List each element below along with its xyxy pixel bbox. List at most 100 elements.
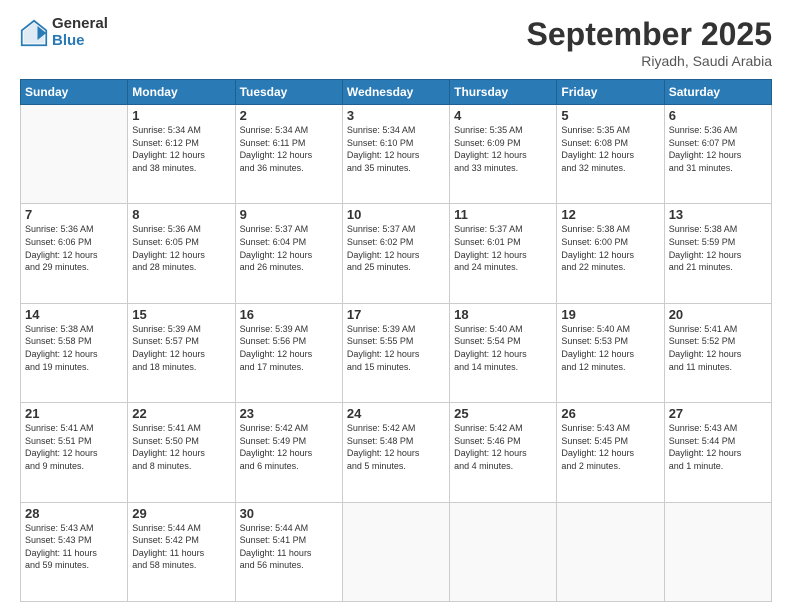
calendar-cell: 12Sunrise: 5:38 AM Sunset: 6:00 PM Dayli… — [557, 204, 664, 303]
calendar-cell: 8Sunrise: 5:36 AM Sunset: 6:05 PM Daylig… — [128, 204, 235, 303]
weekday-header-monday: Monday — [128, 80, 235, 105]
calendar-cell: 11Sunrise: 5:37 AM Sunset: 6:01 PM Dayli… — [450, 204, 557, 303]
day-number: 12 — [561, 207, 659, 222]
day-info: Sunrise: 5:39 AM Sunset: 5:55 PM Dayligh… — [347, 323, 445, 373]
calendar-cell: 15Sunrise: 5:39 AM Sunset: 5:57 PM Dayli… — [128, 303, 235, 402]
calendar-cell — [342, 502, 449, 601]
day-number: 14 — [25, 307, 123, 322]
day-info: Sunrise: 5:38 AM Sunset: 5:58 PM Dayligh… — [25, 323, 123, 373]
day-info: Sunrise: 5:37 AM Sunset: 6:01 PM Dayligh… — [454, 223, 552, 273]
day-info: Sunrise: 5:41 AM Sunset: 5:51 PM Dayligh… — [25, 422, 123, 472]
day-number: 15 — [132, 307, 230, 322]
day-number: 23 — [240, 406, 338, 421]
logo-icon — [20, 19, 48, 47]
day-info: Sunrise: 5:34 AM Sunset: 6:12 PM Dayligh… — [132, 124, 230, 174]
weekday-header-saturday: Saturday — [664, 80, 771, 105]
day-number: 6 — [669, 108, 767, 123]
calendar-cell: 30Sunrise: 5:44 AM Sunset: 5:41 PM Dayli… — [235, 502, 342, 601]
day-info: Sunrise: 5:44 AM Sunset: 5:42 PM Dayligh… — [132, 522, 230, 572]
day-info: Sunrise: 5:41 AM Sunset: 5:50 PM Dayligh… — [132, 422, 230, 472]
weekday-header-wednesday: Wednesday — [342, 80, 449, 105]
header: General Blue September 2025 Riyadh, Saud… — [20, 16, 772, 69]
day-number: 7 — [25, 207, 123, 222]
calendar-week-2: 7Sunrise: 5:36 AM Sunset: 6:06 PM Daylig… — [21, 204, 772, 303]
day-number: 22 — [132, 406, 230, 421]
day-number: 26 — [561, 406, 659, 421]
calendar-cell: 5Sunrise: 5:35 AM Sunset: 6:08 PM Daylig… — [557, 105, 664, 204]
day-number: 13 — [669, 207, 767, 222]
calendar-cell: 13Sunrise: 5:38 AM Sunset: 5:59 PM Dayli… — [664, 204, 771, 303]
calendar-cell: 6Sunrise: 5:36 AM Sunset: 6:07 PM Daylig… — [664, 105, 771, 204]
calendar-week-3: 14Sunrise: 5:38 AM Sunset: 5:58 PM Dayli… — [21, 303, 772, 402]
day-info: Sunrise: 5:43 AM Sunset: 5:44 PM Dayligh… — [669, 422, 767, 472]
day-info: Sunrise: 5:37 AM Sunset: 6:04 PM Dayligh… — [240, 223, 338, 273]
day-info: Sunrise: 5:43 AM Sunset: 5:43 PM Dayligh… — [25, 522, 123, 572]
day-info: Sunrise: 5:42 AM Sunset: 5:46 PM Dayligh… — [454, 422, 552, 472]
day-number: 18 — [454, 307, 552, 322]
calendar-cell: 27Sunrise: 5:43 AM Sunset: 5:44 PM Dayli… — [664, 403, 771, 502]
day-number: 25 — [454, 406, 552, 421]
day-info: Sunrise: 5:36 AM Sunset: 6:06 PM Dayligh… — [25, 223, 123, 273]
calendar-cell: 22Sunrise: 5:41 AM Sunset: 5:50 PM Dayli… — [128, 403, 235, 502]
calendar-cell: 14Sunrise: 5:38 AM Sunset: 5:58 PM Dayli… — [21, 303, 128, 402]
calendar-cell: 29Sunrise: 5:44 AM Sunset: 5:42 PM Dayli… — [128, 502, 235, 601]
calendar-cell: 17Sunrise: 5:39 AM Sunset: 5:55 PM Dayli… — [342, 303, 449, 402]
day-info: Sunrise: 5:39 AM Sunset: 5:57 PM Dayligh… — [132, 323, 230, 373]
day-number: 11 — [454, 207, 552, 222]
weekday-header-row: SundayMondayTuesdayWednesdayThursdayFrid… — [21, 80, 772, 105]
day-number: 16 — [240, 307, 338, 322]
day-info: Sunrise: 5:40 AM Sunset: 5:53 PM Dayligh… — [561, 323, 659, 373]
calendar-cell — [21, 105, 128, 204]
calendar-cell: 4Sunrise: 5:35 AM Sunset: 6:09 PM Daylig… — [450, 105, 557, 204]
calendar-cell: 24Sunrise: 5:42 AM Sunset: 5:48 PM Dayli… — [342, 403, 449, 502]
calendar-cell — [557, 502, 664, 601]
calendar-cell: 9Sunrise: 5:37 AM Sunset: 6:04 PM Daylig… — [235, 204, 342, 303]
calendar-cell: 21Sunrise: 5:41 AM Sunset: 5:51 PM Dayli… — [21, 403, 128, 502]
weekday-header-thursday: Thursday — [450, 80, 557, 105]
day-number: 28 — [25, 506, 123, 521]
calendar-week-4: 21Sunrise: 5:41 AM Sunset: 5:51 PM Dayli… — [21, 403, 772, 502]
day-info: Sunrise: 5:34 AM Sunset: 6:10 PM Dayligh… — [347, 124, 445, 174]
day-number: 5 — [561, 108, 659, 123]
calendar-cell: 18Sunrise: 5:40 AM Sunset: 5:54 PM Dayli… — [450, 303, 557, 402]
calendar-cell: 25Sunrise: 5:42 AM Sunset: 5:46 PM Dayli… — [450, 403, 557, 502]
day-info: Sunrise: 5:36 AM Sunset: 6:05 PM Dayligh… — [132, 223, 230, 273]
calendar-cell — [664, 502, 771, 601]
day-info: Sunrise: 5:40 AM Sunset: 5:54 PM Dayligh… — [454, 323, 552, 373]
day-info: Sunrise: 5:44 AM Sunset: 5:41 PM Dayligh… — [240, 522, 338, 572]
calendar-cell: 3Sunrise: 5:34 AM Sunset: 6:10 PM Daylig… — [342, 105, 449, 204]
calendar-cell: 2Sunrise: 5:34 AM Sunset: 6:11 PM Daylig… — [235, 105, 342, 204]
calendar: SundayMondayTuesdayWednesdayThursdayFrid… — [20, 79, 772, 602]
day-info: Sunrise: 5:42 AM Sunset: 5:49 PM Dayligh… — [240, 422, 338, 472]
day-number: 4 — [454, 108, 552, 123]
day-info: Sunrise: 5:34 AM Sunset: 6:11 PM Dayligh… — [240, 124, 338, 174]
day-number: 17 — [347, 307, 445, 322]
weekday-header-tuesday: Tuesday — [235, 80, 342, 105]
calendar-week-5: 28Sunrise: 5:43 AM Sunset: 5:43 PM Dayli… — [21, 502, 772, 601]
title-block: September 2025 Riyadh, Saudi Arabia — [527, 16, 772, 69]
day-info: Sunrise: 5:41 AM Sunset: 5:52 PM Dayligh… — [669, 323, 767, 373]
day-number: 10 — [347, 207, 445, 222]
calendar-cell: 19Sunrise: 5:40 AM Sunset: 5:53 PM Dayli… — [557, 303, 664, 402]
calendar-cell: 7Sunrise: 5:36 AM Sunset: 6:06 PM Daylig… — [21, 204, 128, 303]
day-info: Sunrise: 5:38 AM Sunset: 6:00 PM Dayligh… — [561, 223, 659, 273]
day-info: Sunrise: 5:35 AM Sunset: 6:08 PM Dayligh… — [561, 124, 659, 174]
day-number: 1 — [132, 108, 230, 123]
logo: General Blue — [20, 16, 108, 49]
day-info: Sunrise: 5:38 AM Sunset: 5:59 PM Dayligh… — [669, 223, 767, 273]
day-info: Sunrise: 5:35 AM Sunset: 6:09 PM Dayligh… — [454, 124, 552, 174]
logo-text: General Blue — [52, 16, 108, 49]
month-title: September 2025 — [527, 16, 772, 53]
day-number: 2 — [240, 108, 338, 123]
calendar-cell: 26Sunrise: 5:43 AM Sunset: 5:45 PM Dayli… — [557, 403, 664, 502]
day-number: 29 — [132, 506, 230, 521]
calendar-cell: 10Sunrise: 5:37 AM Sunset: 6:02 PM Dayli… — [342, 204, 449, 303]
calendar-cell: 20Sunrise: 5:41 AM Sunset: 5:52 PM Dayli… — [664, 303, 771, 402]
logo-blue-text: Blue — [52, 33, 108, 50]
day-number: 20 — [669, 307, 767, 322]
day-info: Sunrise: 5:42 AM Sunset: 5:48 PM Dayligh… — [347, 422, 445, 472]
day-number: 8 — [132, 207, 230, 222]
calendar-cell: 1Sunrise: 5:34 AM Sunset: 6:12 PM Daylig… — [128, 105, 235, 204]
day-number: 19 — [561, 307, 659, 322]
day-number: 21 — [25, 406, 123, 421]
